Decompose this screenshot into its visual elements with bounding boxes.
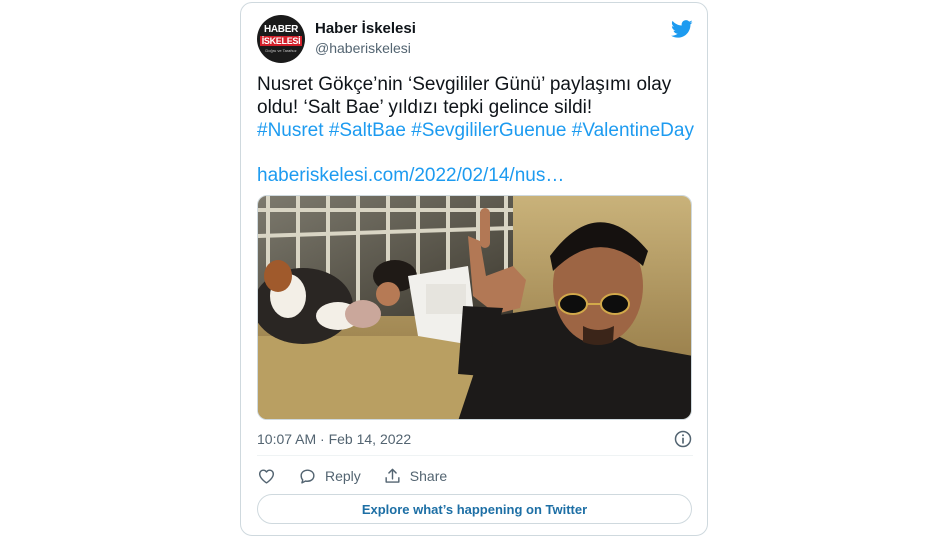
avatar-logo-line3: Doğru ve Tarafsız [265, 48, 297, 53]
avatar[interactable]: HABER İSKELESİ Doğru ve Tarafsız [257, 15, 305, 63]
tweet-text-line2: oldu! ‘Salt Bae’ yıldızı tepki gelince s… [257, 97, 593, 118]
reply-label: Reply [325, 468, 361, 484]
user-handle[interactable]: @haberiskelesi [315, 39, 416, 57]
tweet-actions: Reply Share [257, 465, 469, 487]
hashtag-link[interactable]: #Nusret [257, 120, 324, 141]
avatar-logo-line1: HABER [263, 24, 299, 35]
explore-twitter-button[interactable]: Explore what’s happening on Twitter [257, 494, 692, 524]
tweet-text-line1: Nusret Gökçe’nin ‘Sevgililer Günü’ payla… [257, 74, 672, 95]
avatar-logo-line2: İSKELESİ [259, 36, 303, 46]
tweet-photo[interactable] [257, 195, 692, 420]
timestamp-row: 10:07 AM · Feb 14, 2022 [257, 429, 693, 449]
heart-icon [258, 468, 275, 484]
display-name[interactable]: Haber İskelesi [315, 20, 416, 38]
reply-button[interactable]: Reply [298, 467, 361, 486]
hashtag-line: #Nusret #SaltBae #SevgililerGuenue #Vale… [257, 119, 694, 142]
divider [257, 455, 693, 456]
tweet-text: Nusret Gökçe’nin ‘Sevgililer Günü’ payla… [257, 73, 694, 187]
hashtag-link[interactable]: #ValentineDay [572, 120, 694, 141]
like-button[interactable] [257, 467, 276, 486]
author-block[interactable]: Haber İskelesi @haberiskelesi [315, 20, 416, 57]
tweet-timestamp[interactable]: 10:07 AM · Feb 14, 2022 [257, 431, 411, 447]
info-icon[interactable] [673, 429, 693, 449]
article-link[interactable]: haberiskelesi.com/2022/02/14/nus… [257, 164, 693, 187]
speech-bubble-icon [300, 468, 315, 484]
tweet-header: HABER İSKELESİ Doğru ve Tarafsız Haber İ… [257, 15, 693, 63]
share-label: Share [409, 468, 448, 484]
hashtag-link[interactable]: #SaltBae [329, 120, 406, 141]
share-upload-icon [385, 468, 400, 483]
share-button[interactable]: Share [383, 467, 447, 486]
tweet-card[interactable]: HABER İSKELESİ Doğru ve Tarafsız Haber İ… [240, 2, 708, 536]
twitter-bird-icon[interactable] [671, 18, 693, 40]
photo-illustration [258, 196, 691, 419]
hashtag-link[interactable]: #SevgililerGuenue [411, 120, 566, 141]
